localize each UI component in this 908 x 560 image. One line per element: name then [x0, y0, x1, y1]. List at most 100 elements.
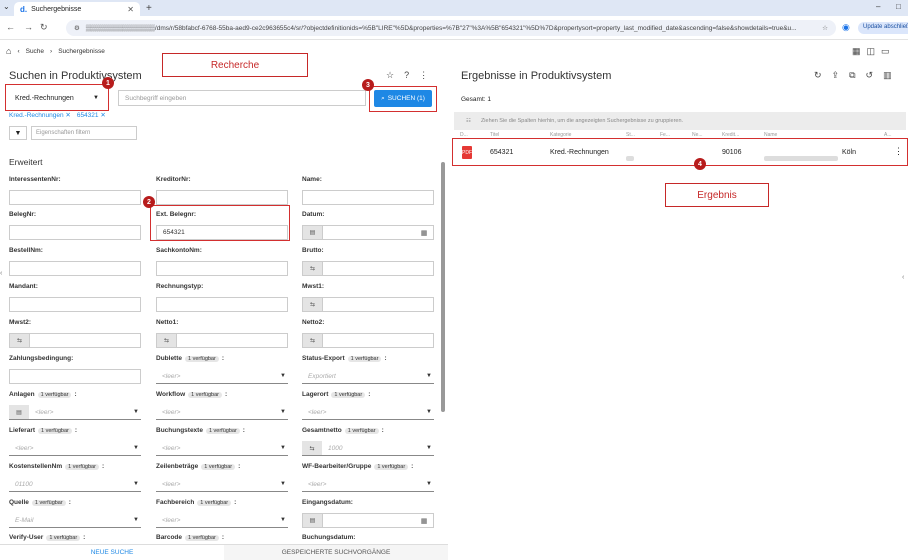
tab-search-icon[interactable]: ⌄ [3, 2, 10, 11]
chevron-down-icon: ▼ [426, 409, 432, 415]
gesamtnetto-select[interactable]: ⇆ 1000 ▼ [302, 441, 434, 456]
status-export-select[interactable]: Exportiert ▼ [302, 369, 434, 384]
kostenstellennr-select[interactable]: 01100 ▼ [9, 477, 141, 492]
history-icon[interactable]: ↺ [866, 70, 874, 81]
breadcrumb-back-icon[interactable]: ‹ [17, 48, 19, 55]
close-tab-icon[interactable]: ✕ [127, 5, 134, 14]
table-row[interactable]: PDF 654321 Kred.-Rechnungen 90106 Köln ⋮ [454, 142, 906, 164]
wf-bearbeiter-select[interactable]: <leer> ▼ [302, 477, 434, 492]
new-tab-icon[interactable]: + [146, 3, 152, 14]
refresh-icon[interactable]: ↻ [814, 70, 822, 81]
group-drop-zone[interactable]: ☷ Ziehen Sie die Spalten hierhin, um die… [454, 112, 906, 130]
netto1-input[interactable]: ⇆ [156, 333, 288, 348]
available-count-badge: 1 verfügbar [201, 463, 236, 470]
belegnr-input[interactable] [9, 225, 141, 240]
export-icon[interactable]: ⇪ [832, 70, 840, 81]
buchungstexte-select[interactable]: <leer> ▼ [156, 441, 288, 456]
home-icon[interactable]: ⌂ [6, 46, 11, 56]
field-label: WF-Bearbeiter/Gruppe [302, 463, 372, 470]
category-select[interactable]: Kred.-Rechnungen ▼ [9, 90, 105, 106]
label-colon: : [411, 463, 414, 470]
row-more-icon[interactable]: ⋮ [894, 146, 903, 157]
date-range-icon[interactable]: ▤ [303, 514, 323, 527]
quelle-select[interactable]: E-Mail ▼ [9, 513, 141, 528]
kreditornr-input[interactable] [156, 190, 288, 205]
chip-category[interactable]: Kred.-Rechnungen ✕ [9, 111, 71, 119]
update-button[interactable]: Update abschließen [858, 22, 908, 34]
sachkontonr-input[interactable] [156, 261, 288, 276]
minimize-icon[interactable]: – [876, 2, 880, 11]
number-range-icon[interactable]: ⇆ [157, 334, 177, 347]
annotation-badge-4: 4 [694, 158, 706, 170]
search-panel-scrollbar[interactable] [441, 162, 445, 412]
lieferart-select[interactable]: <leer> ▼ [9, 441, 141, 456]
mwst1-input[interactable]: ⇆ [302, 297, 434, 312]
tab-new-search[interactable]: NEUE SUCHE [0, 545, 224, 560]
site-info-icon[interactable]: ⚙ [74, 24, 80, 32]
search-input[interactable]: Suchbegriff eingeben [118, 90, 366, 106]
select-value: Exportiert [308, 372, 336, 380]
split-view-icon[interactable]: ◫ [867, 46, 876, 57]
breadcrumb-item-suche[interactable]: Suche [26, 48, 44, 55]
fachbereich-select[interactable]: <leer> ▼ [156, 513, 288, 528]
apps-grid-icon[interactable]: ▦ [852, 46, 861, 57]
favorite-star-icon[interactable]: ☆ [386, 70, 394, 81]
result-category: Kred.-Rechnungen [550, 149, 609, 156]
chevron-down-icon: ▼ [280, 445, 286, 451]
netto2-input[interactable]: ⇆ [302, 333, 434, 348]
dublette-select[interactable]: <leer> ▼ [156, 369, 288, 384]
anlagen-select[interactable]: ▤ <leer> ▼ [9, 405, 141, 420]
ext-belegnr-input[interactable]: 654321 [156, 225, 288, 240]
property-filter-row: ▼ Eigenschaften filtern [9, 126, 137, 140]
single-view-icon[interactable]: ▭ [881, 46, 890, 57]
chevron-down-icon: ▼ [133, 409, 139, 415]
panel-resize-handle-right[interactable]: ‹ [902, 274, 904, 281]
lagerort-select[interactable]: <leer> ▼ [302, 405, 434, 420]
field-mandant: Mandant: [9, 282, 141, 312]
help-icon[interactable]: ? [404, 70, 409, 81]
number-range-icon[interactable]: ⇆ [303, 262, 323, 275]
group-icon: ☷ [466, 118, 471, 124]
date-range-icon[interactable]: ▤ [303, 226, 323, 239]
eingangsdatum-input[interactable]: ▤ ▦ [302, 513, 434, 528]
bookmark-star-icon[interactable]: ☆ [816, 24, 828, 32]
chevron-down-icon: ▼ [426, 481, 432, 487]
calendar-icon[interactable]: ▦ [415, 229, 433, 237]
tab-saved-searches[interactable]: GESPEICHERTE SUCHVORGÄNGE [224, 545, 448, 560]
workflow-select[interactable]: <leer> ▼ [156, 405, 288, 420]
filter-icon[interactable]: ▼ [9, 126, 27, 140]
browser-tab[interactable]: d. Suchergebnisse ✕ [14, 2, 140, 16]
calendar-icon[interactable]: ▦ [415, 517, 433, 525]
property-filter-input[interactable]: Eigenschaften filtern [31, 126, 137, 140]
rechnungstyp-input[interactable] [156, 297, 288, 312]
mandant-input[interactable] [9, 297, 141, 312]
url-field[interactable]: ⚙ ▒▒▒▒▒▒▒▒▒▒▒▒▒▒▒/dms/r/58bfabcf-6768-55… [66, 20, 836, 36]
number-range-icon[interactable]: ⇆ [10, 334, 30, 347]
chip-belegnr[interactable]: 654321 ✕ [77, 111, 106, 119]
profile-icon[interactable]: ◉ [842, 22, 850, 33]
search-button[interactable]: ⌕ SUCHEN (1) [374, 90, 432, 107]
more-vert-icon[interactable]: ⋮ [419, 70, 428, 81]
field-label: Netto2: [302, 319, 325, 326]
category-select-value: Kred.-Rechnungen [15, 94, 74, 102]
number-range-icon[interactable]: ⇆ [303, 298, 323, 311]
zeilenbetraege-select[interactable]: <leer> ▼ [156, 477, 288, 492]
bestellnr-input[interactable] [9, 261, 141, 276]
panel-resize-handle-left[interactable]: ‹ [0, 270, 2, 277]
name-input[interactable] [302, 190, 434, 205]
field-buchungstexte: Buchungstexte 1 verfügbar: <leer> ▼ [156, 426, 288, 456]
forward-icon[interactable]: → [24, 22, 33, 32]
mwst2-input[interactable]: ⇆ [9, 333, 141, 348]
zahlungsbedingung-input[interactable] [9, 369, 141, 384]
copy-icon[interactable]: ⧉ [849, 70, 855, 81]
field-eingangsdatum: Eingangsdatum: ▤ ▦ [302, 498, 434, 528]
datum-input[interactable]: ▤ ▦ [302, 225, 434, 240]
reload-icon[interactable]: ↻ [40, 22, 48, 33]
interessentennr-input[interactable] [9, 190, 141, 205]
back-icon[interactable]: ← [6, 22, 15, 32]
maximize-icon[interactable]: □ [896, 2, 901, 11]
field-brutto: Brutto: ⇆ [302, 246, 434, 276]
number-range-icon[interactable]: ⇆ [303, 334, 323, 347]
columns-icon[interactable]: ▥ [883, 70, 892, 81]
brutto-input[interactable]: ⇆ [302, 261, 434, 276]
